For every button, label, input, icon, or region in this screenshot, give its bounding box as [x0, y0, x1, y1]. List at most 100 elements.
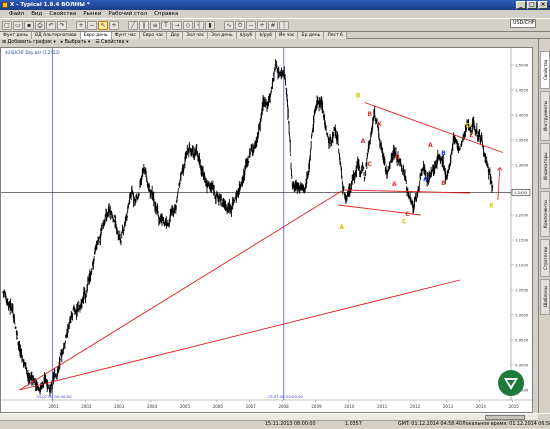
side-tab-templates[interactable]: Шаблоны: [540, 279, 550, 315]
cursor-tool-icon[interactable]: ↖: [98, 21, 108, 30]
open-tool-icon[interactable]: ▭: [13, 21, 23, 30]
undo-tool-icon[interactable]: ↶: [46, 21, 56, 30]
x-tick-label: 2007: [246, 404, 257, 409]
x-tick-label: 2014: [476, 404, 487, 409]
fib-tool-icon[interactable]: ≡: [150, 21, 160, 30]
zoom-in-tool-icon[interactable]: +: [76, 21, 86, 30]
symbol-select[interactable]: USD/CHF: [510, 19, 536, 28]
x-tick-label: 2013: [443, 404, 454, 409]
y-tick-label: 0.9500: [515, 338, 529, 343]
grid-tool-icon[interactable]: #: [268, 21, 278, 30]
chart-tabs: Фунт день ВД Альтернатива Евро день Фунт…: [0, 32, 550, 39]
menu-markets[interactable]: Рынки: [83, 10, 101, 18]
window-title-bar: X - Typical 1.8.4 ВОЛНЫ * _ □ ×: [0, 0, 550, 10]
wave-label: A: [361, 138, 366, 145]
minimize-button[interactable]: _: [516, 1, 526, 9]
menu-properties[interactable]: Свойства: [49, 10, 76, 18]
text-tool-icon[interactable]: T: [161, 21, 171, 30]
menu-help[interactable]: Справка: [154, 10, 178, 18]
y-tick-label: 0.9000: [515, 363, 529, 368]
tab-yen-hour[interactable]: Йе час: [276, 32, 299, 39]
tab-gold-day[interactable]: Зол день: [208, 32, 237, 39]
tab-euro-day[interactable]: Евро день: [80, 32, 112, 39]
channel-tool-icon[interactable]: ∥: [139, 21, 149, 30]
wave-label: C: [402, 219, 407, 226]
timeframe-tool-icon[interactable]: ⏱: [235, 21, 245, 30]
redo-tool-icon[interactable]: ↷: [57, 21, 67, 30]
wave-label: A: [423, 176, 428, 183]
line-tool-icon[interactable]: ╱: [128, 21, 138, 30]
menu-desktop[interactable]: Рабочий стол: [108, 10, 147, 18]
wave-label: B: [441, 180, 446, 187]
menu-file[interactable]: Файл: [9, 10, 24, 18]
wave-label: X: [377, 121, 382, 128]
shapes-tool-icon[interactable]: ◇: [183, 21, 193, 30]
select-button[interactable]: ▸ Выбрать ▾: [61, 39, 91, 47]
wave-label: C: [405, 211, 410, 218]
new-tool-icon[interactable]: □: [2, 21, 12, 30]
side-tab-tools[interactable]: Инструменты: [540, 91, 550, 141]
minus-tool-icon[interactable]: −: [246, 21, 256, 30]
wave-label: C: [469, 133, 474, 140]
tab-euro-hour[interactable]: Евро час: [140, 32, 168, 39]
tab-funt-day[interactable]: Фунт день: [0, 32, 33, 39]
side-tab-components[interactable]: Компоненты: [540, 191, 550, 237]
bar-chart-tool-icon[interactable]: ┤: [194, 21, 204, 30]
maximize-button[interactable]: □: [527, 1, 537, 9]
horizontal-scrollbar[interactable]: [0, 414, 538, 421]
vertical-marker-date: 15.07.08 00:00:00: [268, 394, 304, 399]
line-chart-tool-icon[interactable]: ∿: [224, 21, 234, 30]
y-tick-label: 1.4000: [515, 113, 529, 118]
current-price-label: 1.2453: [514, 190, 528, 195]
x-tick-label: 2008: [278, 404, 289, 409]
tab-dow[interactable]: Доу: [167, 32, 184, 39]
candle-chart-tool-icon[interactable]: ▮: [205, 21, 215, 30]
tab-usd-rub-2[interactable]: $/руб: [256, 32, 277, 39]
tab-usd-rub-1[interactable]: $/руб: [236, 32, 257, 39]
y-tick-label: 1.0500: [515, 288, 529, 293]
side-tab-properties[interactable]: Свойства: [540, 51, 550, 89]
trendline: [19, 189, 344, 391]
tab-funt-hour[interactable]: Фунт час: [111, 32, 140, 39]
menu-view[interactable]: Вид: [31, 10, 42, 18]
chart-props-button[interactable]: ☰ Свойства ▾: [95, 39, 128, 47]
plus-tool-icon[interactable]: +: [257, 21, 267, 30]
wave-label: B: [356, 93, 361, 100]
tab-test-6[interactable]: Лест 6: [324, 32, 347, 39]
tab-brent-day[interactable]: Бр день: [298, 32, 325, 39]
select-label: Выбрать: [64, 40, 87, 45]
zoom-out-tool-icon[interactable]: −: [87, 21, 97, 30]
wave-label: D: [466, 123, 471, 130]
status-cursor-value: 1.0357: [345, 422, 362, 427]
wave-label: A: [428, 142, 433, 149]
tab-gold-hour[interactable]: Зол час: [183, 32, 209, 39]
y-tick-label: 1.3500: [515, 138, 529, 143]
tab-vd-alt[interactable]: ВД Альтернатива: [32, 32, 81, 39]
x-tick-label: 2002: [81, 404, 92, 409]
scrollbar-thumb[interactable]: [485, 415, 525, 420]
chart-props-label: Свойства: [101, 40, 125, 45]
crosshair-tool-icon[interactable]: +: [109, 21, 119, 30]
x-tick-label: 2004: [147, 404, 158, 409]
period-sep-tool-icon[interactable]: ┆: [279, 21, 289, 30]
chart-canvas[interactable]: 1.50001.45001.40001.35001.30001.25001.20…: [1, 48, 532, 412]
close-button[interactable]: ×: [538, 1, 548, 9]
print-tool-icon[interactable]: ⎙: [35, 21, 45, 30]
save-tool-icon[interactable]: ▪: [24, 21, 34, 30]
wave-label: B: [367, 111, 372, 118]
side-tab-strategies[interactable]: Стратегии: [540, 239, 550, 277]
side-tab-indicators[interactable]: Индикаторы: [540, 143, 550, 189]
wave-label: B: [441, 150, 446, 157]
x-tick-label: 2011: [377, 404, 388, 409]
status-gmt: GMT: 01.12.2014 04:58:40: [398, 422, 462, 427]
vertical-marker-date: 03.07.01 00:00:00: [36, 394, 72, 399]
wave-label: C: [367, 161, 372, 168]
x-tick-label: 2001: [48, 404, 59, 409]
chart-toolbar: ⊞ Добавить график ▾ ▸ Выбрать ▾ ☰ Свойст…: [0, 39, 538, 47]
add-chart-button[interactable]: ⊞ Добавить график ▾: [2, 39, 56, 47]
price-chart[interactable]: 1.50001.45001.40001.35001.30001.25001.20…: [0, 47, 533, 413]
arrow-tool-icon[interactable]: →: [172, 21, 182, 30]
x-tick-label: 2003: [114, 404, 125, 409]
x-tick-label: 2005: [180, 404, 191, 409]
main-toolbar: □ ▭ ▪ ⎙ ↶ ↷ + − ↖ + ╱ ∥ ≡ T → ◇ ┤ ▮ ∿ ⏱ − + # ┆: [0, 18, 550, 32]
